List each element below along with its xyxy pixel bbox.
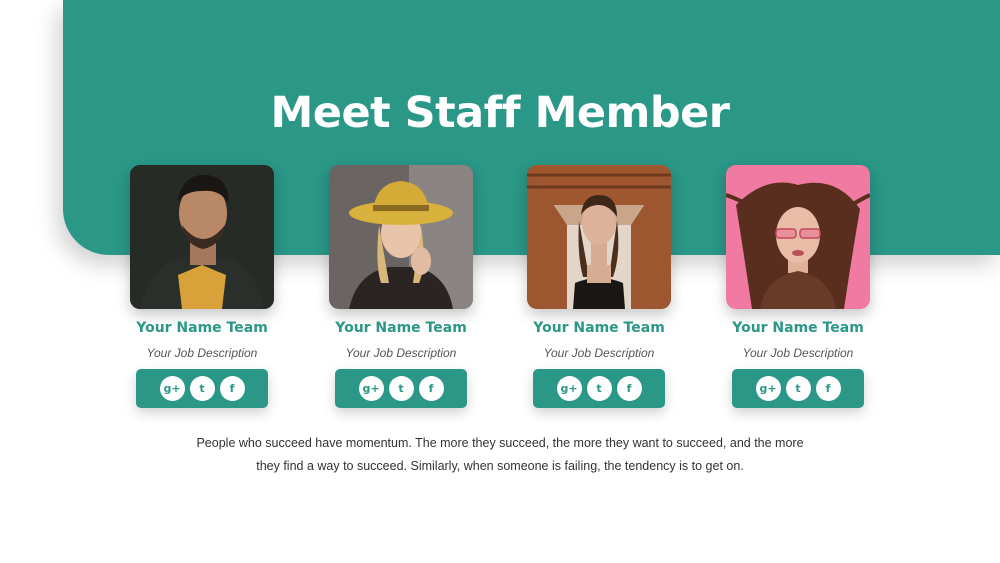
staff-name: Your Name Team xyxy=(533,320,665,336)
twitter-icon[interactable]: t xyxy=(388,376,414,401)
twitter-icon[interactable]: t xyxy=(785,376,811,401)
staff-card: Your Name Team Your Job Description g+ t… xyxy=(527,165,671,408)
google-plus-icon[interactable]: g+ xyxy=(358,376,384,401)
twitter-icon[interactable]: t xyxy=(586,376,612,401)
facebook-icon[interactable]: f xyxy=(219,376,245,401)
google-plus-icon[interactable]: g+ xyxy=(556,376,582,401)
staff-job-description: Your Job Description xyxy=(345,346,457,360)
facebook-icon[interactable]: f xyxy=(418,376,444,401)
google-plus-icon[interactable]: g+ xyxy=(755,376,781,401)
twitter-icon[interactable]: t xyxy=(189,376,215,401)
staff-photo xyxy=(130,165,274,309)
staff-photo xyxy=(527,165,671,309)
google-plus-icon[interactable]: g+ xyxy=(159,376,185,401)
staff-card: Your Name Team Your Job Description g+ t… xyxy=(130,165,274,408)
social-links: g+ t f xyxy=(335,369,467,408)
page-title: Meet Staff Member xyxy=(270,88,730,138)
facebook-icon[interactable]: f xyxy=(616,376,642,401)
facebook-icon[interactable]: f xyxy=(815,376,841,401)
staff-name: Your Name Team xyxy=(732,320,864,336)
staff-card: Your Name Team Your Job Description g+ t… xyxy=(726,165,870,408)
social-links: g+ t f xyxy=(732,369,864,408)
staff-card: Your Name Team Your Job Description g+ t… xyxy=(329,165,473,408)
staff-job-description: Your Job Description xyxy=(146,346,258,360)
staff-job-description: Your Job Description xyxy=(543,346,655,360)
description-text: People who succeed have momentum. The mo… xyxy=(196,436,804,473)
social-links: g+ t f xyxy=(533,369,665,408)
staff-photo xyxy=(329,165,473,309)
staff-name: Your Name Team xyxy=(335,320,467,336)
staff-photo xyxy=(726,165,870,309)
staff-name: Your Name Team xyxy=(136,320,268,336)
staff-job-description: Your Job Description xyxy=(742,346,854,360)
social-links: g+ t f xyxy=(136,369,268,408)
